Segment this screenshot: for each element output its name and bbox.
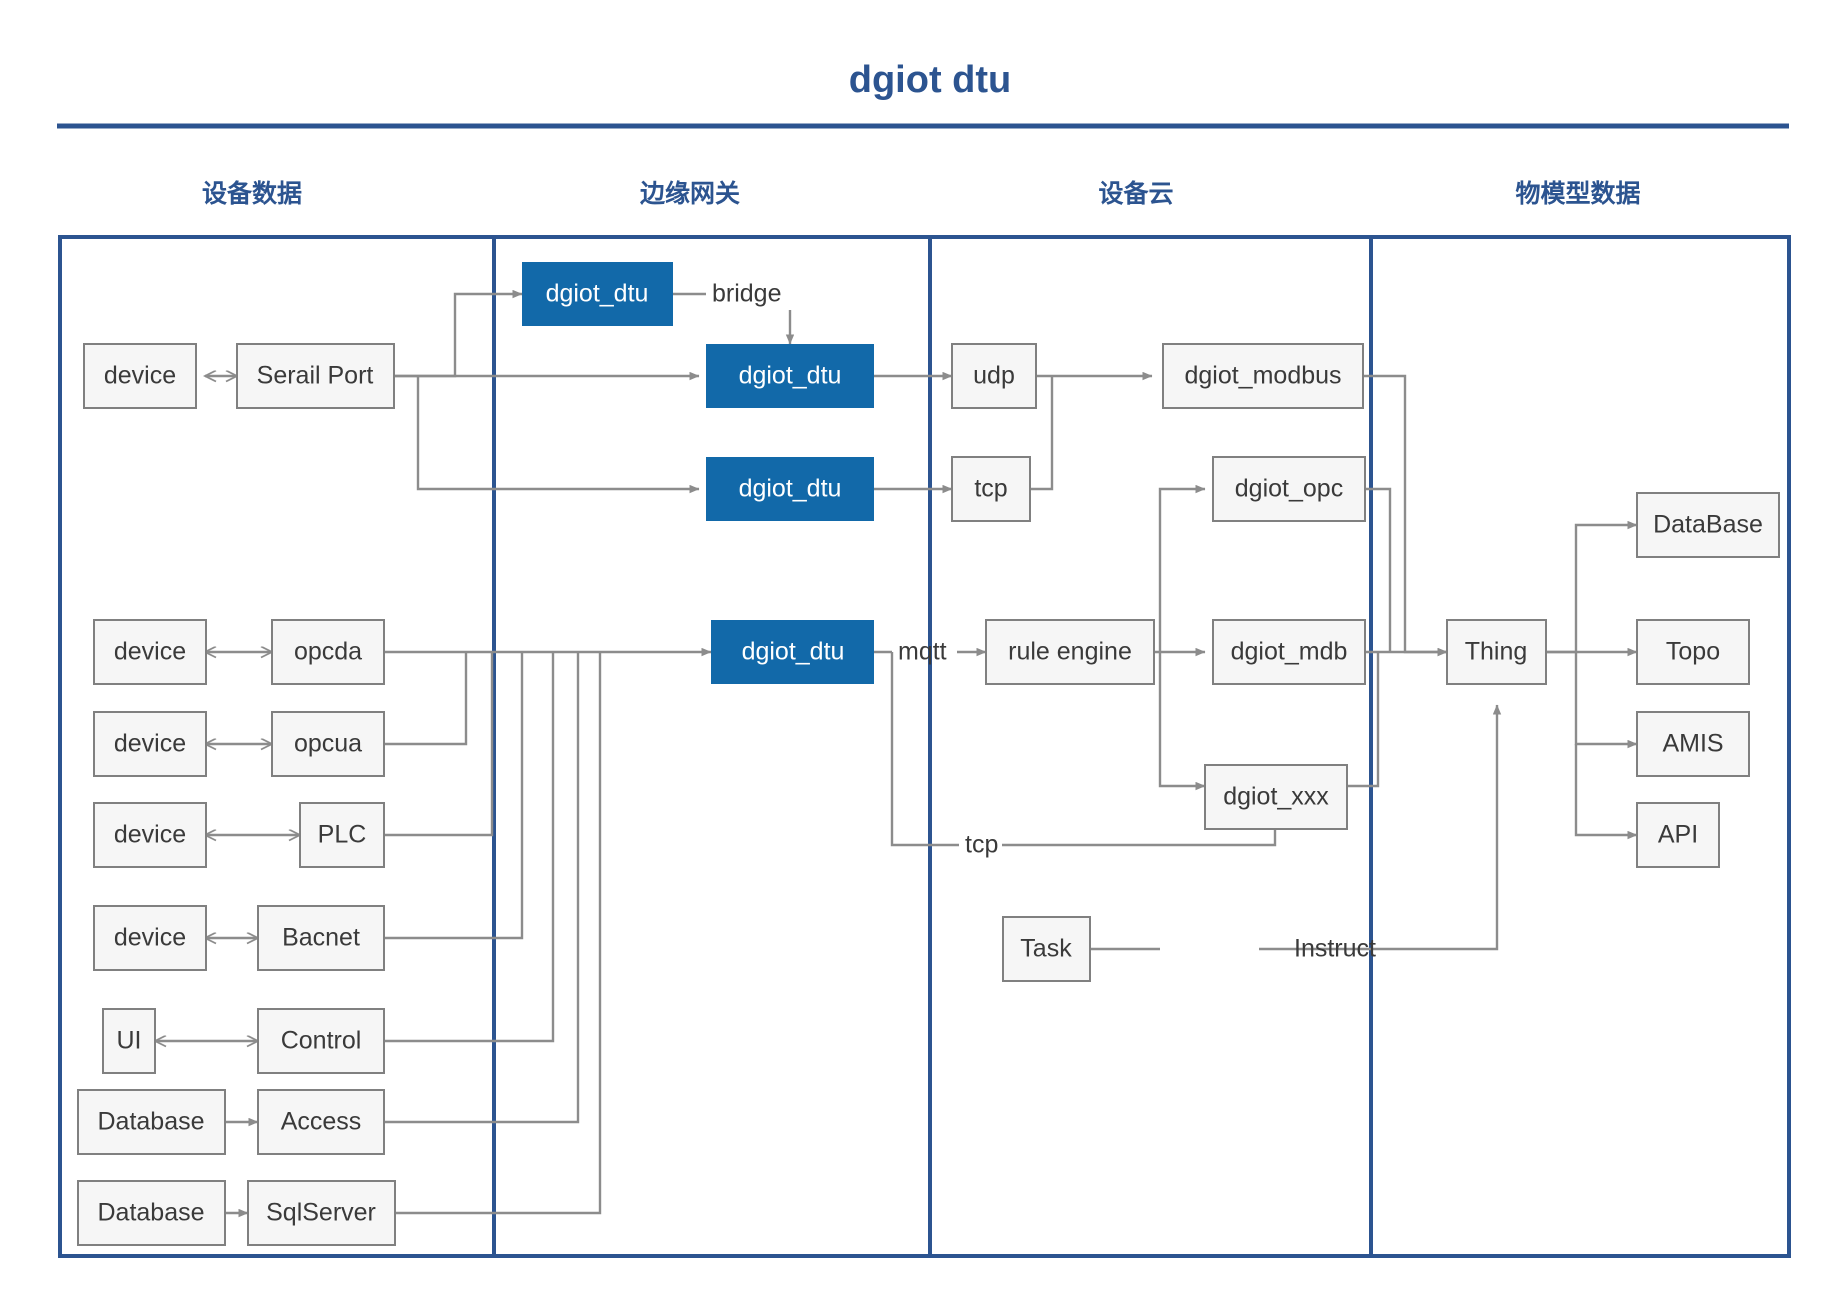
node-access[interactable]: Access (257, 1089, 385, 1155)
node-dgiot-dtu-4-label: dgiot_dtu (742, 638, 845, 666)
node-amis[interactable]: AMIS (1636, 711, 1750, 777)
node-serial-port-label: Serail Port (257, 362, 374, 390)
link-thing-amis (1574, 652, 1638, 749)
node-rule-engine-label: rule engine (1008, 638, 1132, 666)
node-database2[interactable]: Database (77, 1180, 226, 1246)
node-device4-label: device (114, 821, 186, 849)
node-tcp[interactable]: tcp (951, 456, 1031, 522)
node-dgiot-dtu-3-label: dgiot_dtu (739, 475, 842, 503)
node-bacnet-label: Bacnet (282, 924, 360, 952)
node-dgiot-mdb[interactable]: dgiot_mdb (1212, 619, 1366, 685)
node-device3[interactable]: device (93, 711, 207, 777)
node-dgiot-dtu-2[interactable]: dgiot_dtu (706, 344, 874, 408)
column-header-edge-gateway: 边缘网关 (640, 179, 740, 208)
link-thing-api (1574, 744, 1638, 840)
node-database1[interactable]: Database (77, 1089, 226, 1155)
node-amis-label: AMIS (1662, 730, 1723, 758)
node-database-out[interactable]: DataBase (1636, 492, 1780, 558)
node-device1[interactable]: device (83, 343, 197, 409)
node-database-out-label: DataBase (1653, 511, 1763, 539)
node-task-label: Task (1020, 935, 1072, 963)
node-access-label: Access (281, 1108, 362, 1136)
node-dgiot-dtu-1-label: dgiot_dtu (546, 280, 649, 308)
node-dgiot-dtu-1[interactable]: dgiot_dtu (522, 262, 673, 326)
edge-label-instruct: Instruct (1294, 935, 1376, 963)
node-control[interactable]: Control (257, 1008, 385, 1074)
node-device2[interactable]: device (93, 619, 207, 685)
node-device1-label: device (104, 362, 176, 390)
node-tcp-label: tcp (974, 475, 1007, 503)
edge-label-mqtt: mqtt (898, 638, 947, 666)
node-plc-label: PLC (318, 821, 367, 849)
node-serial-port[interactable]: Serail Port (236, 343, 395, 409)
link-serialport-dgiotdtu1 (394, 289, 523, 378)
link-bus-dgiotdtu3 (416, 376, 700, 494)
edge-label-tcp: tcp (965, 831, 998, 859)
column-header-thing-model-data: 物模型数据 (1515, 179, 1640, 208)
node-topo[interactable]: Topo (1636, 619, 1750, 685)
node-topo-label: Topo (1666, 638, 1720, 666)
edge-label-bridge: bridge (712, 280, 782, 308)
dgiot-dtu-architecture-diagram: dgiot dtu 设备数据 边缘网关 设备云 物模型数据 dgiot_dtu_… (57, 59, 1791, 1258)
page-title: dgiot dtu (849, 59, 1011, 101)
node-plc[interactable]: PLC (299, 802, 385, 868)
node-dgiot-modbus[interactable]: dgiot_modbus (1162, 343, 1364, 409)
node-rule-engine[interactable]: rule engine (985, 619, 1155, 685)
node-device5-label: device (114, 924, 186, 952)
node-opcua-label: opcua (294, 730, 362, 758)
node-database1-label: Database (97, 1108, 204, 1136)
node-database2-label: Database (97, 1199, 204, 1227)
link-ruleengine-dgiotopc (1158, 484, 1206, 652)
node-dgiot-xxx[interactable]: dgiot_xxx (1204, 764, 1348, 830)
node-ui-label: UI (117, 1027, 142, 1055)
link-ruleengine-dgiotxxx (1158, 652, 1206, 791)
link-dgiotdtu4-tcp-stub (890, 652, 959, 847)
node-dgiot-xxx-label: dgiot_xxx (1223, 783, 1329, 811)
node-dgiot-opc[interactable]: dgiot_opc (1212, 456, 1366, 522)
node-dgiot-dtu-2-label: dgiot_dtu (739, 362, 842, 390)
node-bacnet[interactable]: Bacnet (257, 905, 385, 971)
node-ui[interactable]: UI (102, 1008, 156, 1074)
node-dgiot-mdb-label: dgiot_mdb (1231, 638, 1348, 666)
node-device3-label: device (114, 730, 186, 758)
node-api[interactable]: API (1636, 802, 1720, 868)
node-dgiot-dtu-4[interactable]: dgiot_dtu (711, 620, 874, 684)
diagram-canvas: dgiot dtu 设备数据 边缘网关 设备云 物模型数据 dgiot_dtu_… (0, 0, 1839, 1315)
node-dgiot-opc-label: dgiot_opc (1235, 475, 1343, 503)
node-device2-label: device (114, 638, 186, 666)
node-task[interactable]: Task (1002, 916, 1091, 982)
link-thing-database (1546, 520, 1638, 654)
node-control-label: Control (281, 1027, 362, 1055)
column-header-device-data: 设备数据 (202, 180, 302, 208)
node-opcua[interactable]: opcua (271, 711, 385, 777)
node-api-label: API (1658, 821, 1698, 849)
node-opcda[interactable]: opcda (271, 619, 385, 685)
link-dgiotmodbus-thing (1355, 374, 1448, 657)
node-sqlserver-label: SqlServer (266, 1199, 376, 1227)
node-dgiot-dtu-3[interactable]: dgiot_dtu (706, 457, 874, 521)
node-dgiot-modbus-label: dgiot_modbus (1184, 362, 1341, 390)
node-opcda-label: opcda (294, 638, 362, 666)
node-udp[interactable]: udp (951, 343, 1037, 409)
node-device4[interactable]: device (93, 802, 207, 868)
node-sqlserver[interactable]: SqlServer (247, 1180, 396, 1246)
node-udp-label: udp (973, 362, 1015, 390)
node-device5[interactable]: device (93, 905, 207, 971)
node-thing[interactable]: Thing (1446, 619, 1547, 685)
column-header-device-cloud: 设备云 (1098, 180, 1173, 208)
node-thing-label: Thing (1465, 638, 1528, 666)
